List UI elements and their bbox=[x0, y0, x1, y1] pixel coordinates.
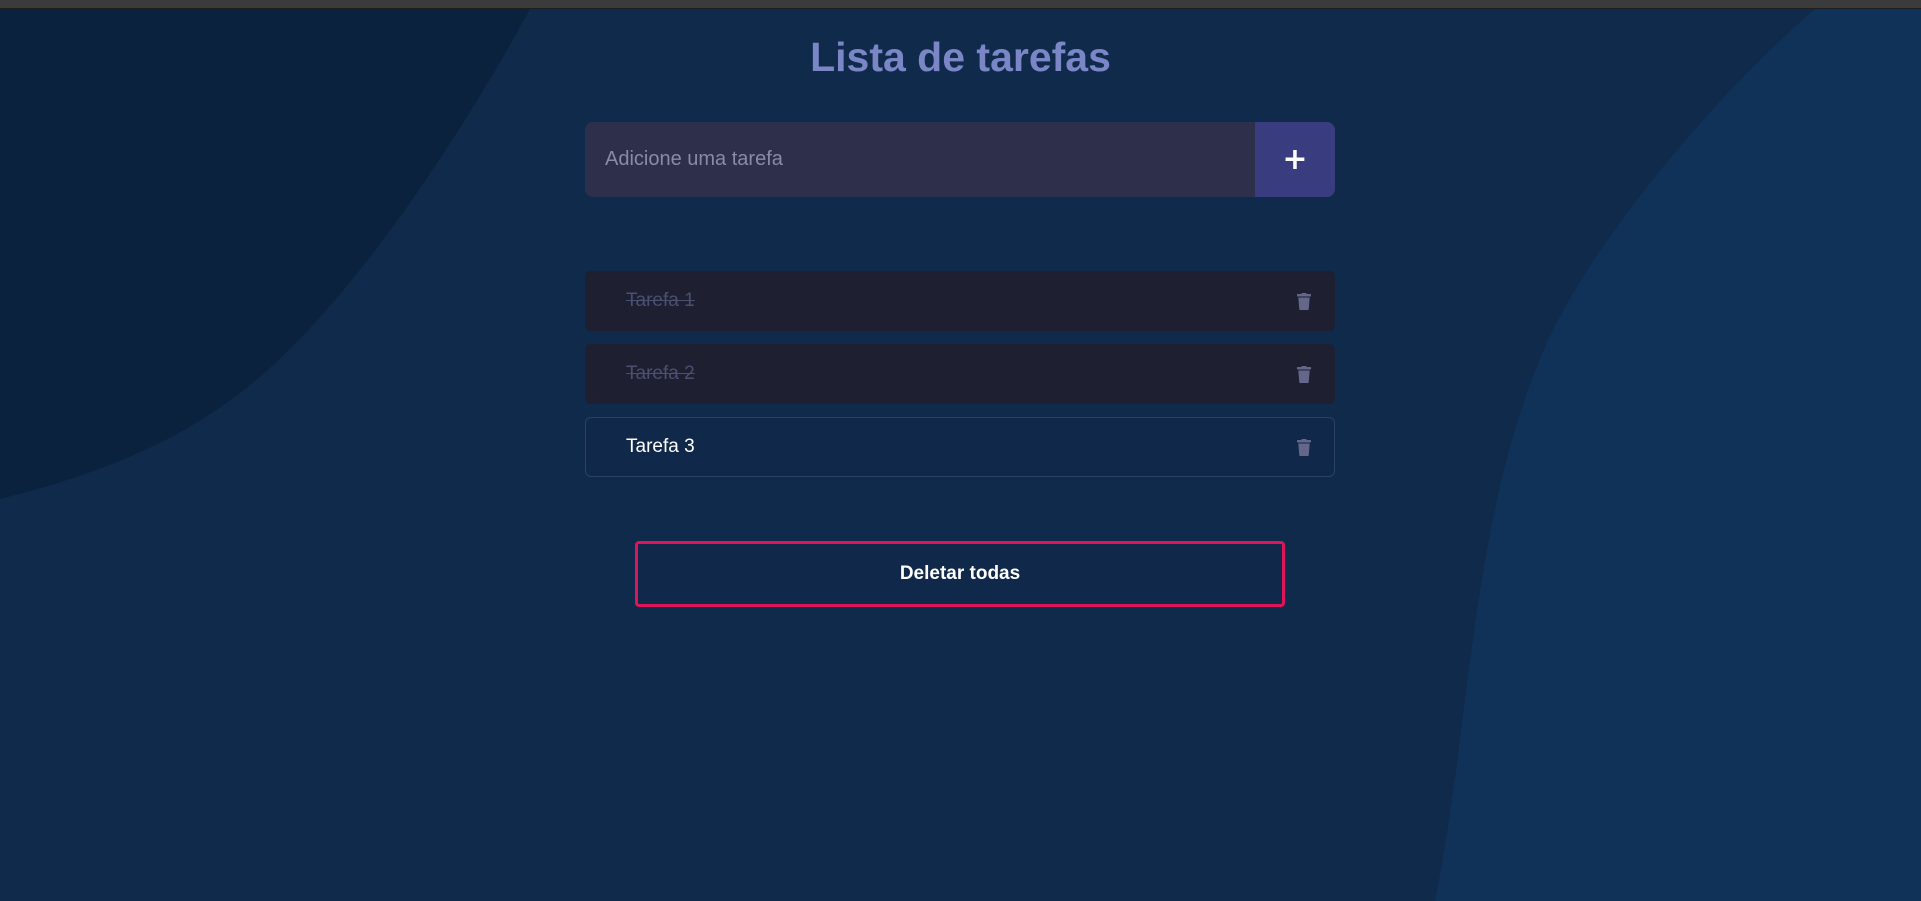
add-task-button[interactable]: + bbox=[1255, 122, 1335, 197]
delete-all-button[interactable]: Deletar todas bbox=[635, 541, 1285, 607]
trash-icon[interactable] bbox=[1294, 436, 1314, 458]
page-title: Lista de tarefas bbox=[810, 34, 1111, 80]
trash-icon[interactable] bbox=[1294, 363, 1314, 385]
task-label: Tarefa 3 bbox=[626, 436, 695, 457]
task-item[interactable]: Tarefa 2 bbox=[585, 344, 1335, 404]
background-blob-right bbox=[1435, 9, 1921, 901]
task-item[interactable]: Tarefa 3 bbox=[585, 417, 1335, 477]
background-blob-left bbox=[0, 9, 530, 499]
task-item[interactable]: Tarefa 1 bbox=[585, 271, 1335, 331]
add-task-form: + bbox=[585, 122, 1335, 197]
plus-icon: + bbox=[1282, 142, 1308, 177]
task-list: Tarefa 1 Tarefa 2 Tarefa 3 bbox=[585, 271, 1335, 490]
task-label: Tarefa 1 bbox=[626, 290, 695, 311]
task-label: Tarefa 2 bbox=[626, 363, 695, 384]
task-input[interactable] bbox=[585, 122, 1255, 197]
trash-icon[interactable] bbox=[1294, 290, 1314, 312]
browser-top-strip bbox=[0, 0, 1921, 9]
